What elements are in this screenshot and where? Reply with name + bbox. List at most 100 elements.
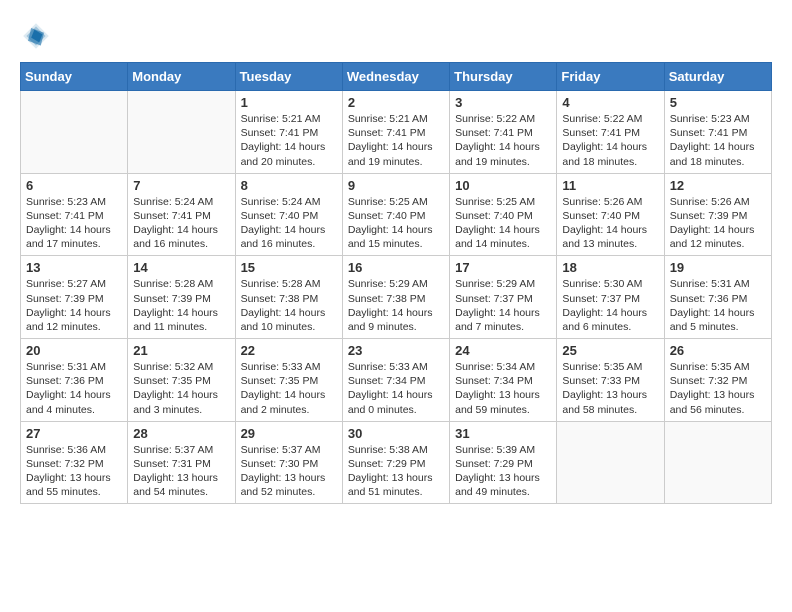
calendar-week-5: 27Sunrise: 5:36 AM Sunset: 7:32 PM Dayli… [21,421,772,504]
day-info: Sunrise: 5:25 AM Sunset: 7:40 PM Dayligh… [455,195,551,252]
day-info: Sunrise: 5:38 AM Sunset: 7:29 PM Dayligh… [348,443,444,500]
calendar-cell: 31 Sunrise: 5:39 AM Sunset: 7:29 PM Dayli… [450,421,557,504]
calendar-cell: 26Sunrise: 5:35 AM Sunset: 7:32 PM Dayli… [664,339,771,422]
calendar-week-2: 6 Sunrise: 5:23 AM Sunset: 7:41 PM Daylig… [21,173,772,256]
day-number: 30 [348,426,444,441]
day-info: Sunrise: 5:34 AM Sunset: 7:34 PM Dayligh… [455,360,551,417]
day-number: 25 [562,343,658,358]
day-info: Sunrise: 5:32 AM Sunset: 7:35 PM Dayligh… [133,360,229,417]
calendar-cell [557,421,664,504]
day-info: Sunrise: 5:28 AM Sunset: 7:38 PM Dayligh… [241,277,337,334]
calendar-cell: 15Sunrise: 5:28 AM Sunset: 7:38 PM Dayli… [235,256,342,339]
day-info: Sunrise: 5:22 AM Sunset: 7:41 PM Dayligh… [455,112,551,169]
calendar-cell: 1 Sunrise: 5:21 AM Sunset: 7:41 PM Daylig… [235,91,342,174]
day-info: Sunrise: 5:24 AM Sunset: 7:40 PM Dayligh… [241,195,337,252]
day-info: Sunrise: 5:39 AM Sunset: 7:29 PM Dayligh… [455,443,551,500]
calendar-cell: 9 Sunrise: 5:25 AM Sunset: 7:40 PM Daylig… [342,173,449,256]
weekday-header-friday: Friday [557,63,664,91]
calendar-cell: 23 Sunrise: 5:33 AM Sunset: 7:34 PM Dayli… [342,339,449,422]
day-number: 26 [670,343,766,358]
weekday-header-saturday: Saturday [664,63,771,91]
day-number: 19 [670,260,766,275]
calendar-cell: 6 Sunrise: 5:23 AM Sunset: 7:41 PM Daylig… [21,173,128,256]
logo-icon [20,20,52,52]
day-number: 24 [455,343,551,358]
day-info: Sunrise: 5:26 AM Sunset: 7:40 PM Dayligh… [562,195,658,252]
day-number: 18 [562,260,658,275]
weekday-header-tuesday: Tuesday [235,63,342,91]
day-info: Sunrise: 5:21 AM Sunset: 7:41 PM Dayligh… [348,112,444,169]
calendar-week-3: 13Sunrise: 5:27 AM Sunset: 7:39 PM Dayli… [21,256,772,339]
calendar-cell: 17 Sunrise: 5:29 AM Sunset: 7:37 PM Dayli… [450,256,557,339]
day-info: Sunrise: 5:36 AM Sunset: 7:32 PM Dayligh… [26,443,122,500]
day-info: Sunrise: 5:33 AM Sunset: 7:35 PM Dayligh… [241,360,337,417]
calendar-header-row: SundayMondayTuesdayWednesdayThursdayFrid… [21,63,772,91]
day-number: 13 [26,260,122,275]
day-info: Sunrise: 5:31 AM Sunset: 7:36 PM Dayligh… [26,360,122,417]
calendar-cell: 27Sunrise: 5:36 AM Sunset: 7:32 PM Dayli… [21,421,128,504]
calendar-cell: 2Sunrise: 5:21 AM Sunset: 7:41 PM Daylig… [342,91,449,174]
day-info: Sunrise: 5:35 AM Sunset: 7:33 PM Dayligh… [562,360,658,417]
calendar-cell: 29Sunrise: 5:37 AM Sunset: 7:30 PM Dayli… [235,421,342,504]
day-info: Sunrise: 5:29 AM Sunset: 7:37 PM Dayligh… [455,277,551,334]
day-number: 28 [133,426,229,441]
day-number: 8 [241,178,337,193]
calendar-cell: 20 Sunrise: 5:31 AM Sunset: 7:36 PM Dayli… [21,339,128,422]
calendar-cell: 14 Sunrise: 5:28 AM Sunset: 7:39 PM Dayli… [128,256,235,339]
calendar-cell: 10 Sunrise: 5:25 AM Sunset: 7:40 PM Dayli… [450,173,557,256]
day-number: 14 [133,260,229,275]
calendar-cell: 13Sunrise: 5:27 AM Sunset: 7:39 PM Dayli… [21,256,128,339]
logo [20,20,56,52]
calendar-cell: 11Sunrise: 5:26 AM Sunset: 7:40 PM Dayli… [557,173,664,256]
day-number: 1 [241,95,337,110]
calendar-cell: 12Sunrise: 5:26 AM Sunset: 7:39 PM Dayli… [664,173,771,256]
day-number: 4 [562,95,658,110]
calendar-cell: 28Sunrise: 5:37 AM Sunset: 7:31 PM Dayli… [128,421,235,504]
day-info: Sunrise: 5:37 AM Sunset: 7:30 PM Dayligh… [241,443,337,500]
calendar-cell: 7 Sunrise: 5:24 AM Sunset: 7:41 PM Daylig… [128,173,235,256]
calendar-cell [128,91,235,174]
day-number: 3 [455,95,551,110]
calendar-cell: 19 Sunrise: 5:31 AM Sunset: 7:36 PM Dayli… [664,256,771,339]
day-number: 31 [455,426,551,441]
day-number: 7 [133,178,229,193]
calendar-cell: 16 Sunrise: 5:29 AM Sunset: 7:38 PM Dayli… [342,256,449,339]
calendar-cell [21,91,128,174]
day-info: Sunrise: 5:23 AM Sunset: 7:41 PM Dayligh… [26,195,122,252]
calendar-cell: 8 Sunrise: 5:24 AM Sunset: 7:40 PM Daylig… [235,173,342,256]
day-number: 23 [348,343,444,358]
day-info: Sunrise: 5:25 AM Sunset: 7:40 PM Dayligh… [348,195,444,252]
calendar-cell: 4 Sunrise: 5:22 AM Sunset: 7:41 PM Daylig… [557,91,664,174]
day-info: Sunrise: 5:21 AM Sunset: 7:41 PM Dayligh… [241,112,337,169]
calendar-week-1: 1 Sunrise: 5:21 AM Sunset: 7:41 PM Daylig… [21,91,772,174]
day-info: Sunrise: 5:30 AM Sunset: 7:37 PM Dayligh… [562,277,658,334]
day-number: 6 [26,178,122,193]
day-info: Sunrise: 5:22 AM Sunset: 7:41 PM Dayligh… [562,112,658,169]
calendar-table: SundayMondayTuesdayWednesdayThursdayFrid… [20,62,772,504]
weekday-header-sunday: Sunday [21,63,128,91]
day-number: 22 [241,343,337,358]
day-number: 9 [348,178,444,193]
calendar-cell: 18 Sunrise: 5:30 AM Sunset: 7:37 PM Dayli… [557,256,664,339]
day-number: 17 [455,260,551,275]
calendar-cell: 22 Sunrise: 5:33 AM Sunset: 7:35 PM Dayli… [235,339,342,422]
calendar-cell: 25 Sunrise: 5:35 AM Sunset: 7:33 PM Dayli… [557,339,664,422]
day-number: 20 [26,343,122,358]
weekday-header-wednesday: Wednesday [342,63,449,91]
day-number: 5 [670,95,766,110]
day-number: 21 [133,343,229,358]
weekday-header-thursday: Thursday [450,63,557,91]
calendar-cell: 3 Sunrise: 5:22 AM Sunset: 7:41 PM Daylig… [450,91,557,174]
calendar-cell [664,421,771,504]
calendar-week-4: 20 Sunrise: 5:31 AM Sunset: 7:36 PM Dayli… [21,339,772,422]
day-info: Sunrise: 5:28 AM Sunset: 7:39 PM Dayligh… [133,277,229,334]
day-number: 10 [455,178,551,193]
day-info: Sunrise: 5:31 AM Sunset: 7:36 PM Dayligh… [670,277,766,334]
day-info: Sunrise: 5:33 AM Sunset: 7:34 PM Dayligh… [348,360,444,417]
day-info: Sunrise: 5:24 AM Sunset: 7:41 PM Dayligh… [133,195,229,252]
day-number: 16 [348,260,444,275]
calendar-cell: 5 Sunrise: 5:23 AM Sunset: 7:41 PM Daylig… [664,91,771,174]
day-info: Sunrise: 5:29 AM Sunset: 7:38 PM Dayligh… [348,277,444,334]
weekday-header-monday: Monday [128,63,235,91]
day-info: Sunrise: 5:23 AM Sunset: 7:41 PM Dayligh… [670,112,766,169]
